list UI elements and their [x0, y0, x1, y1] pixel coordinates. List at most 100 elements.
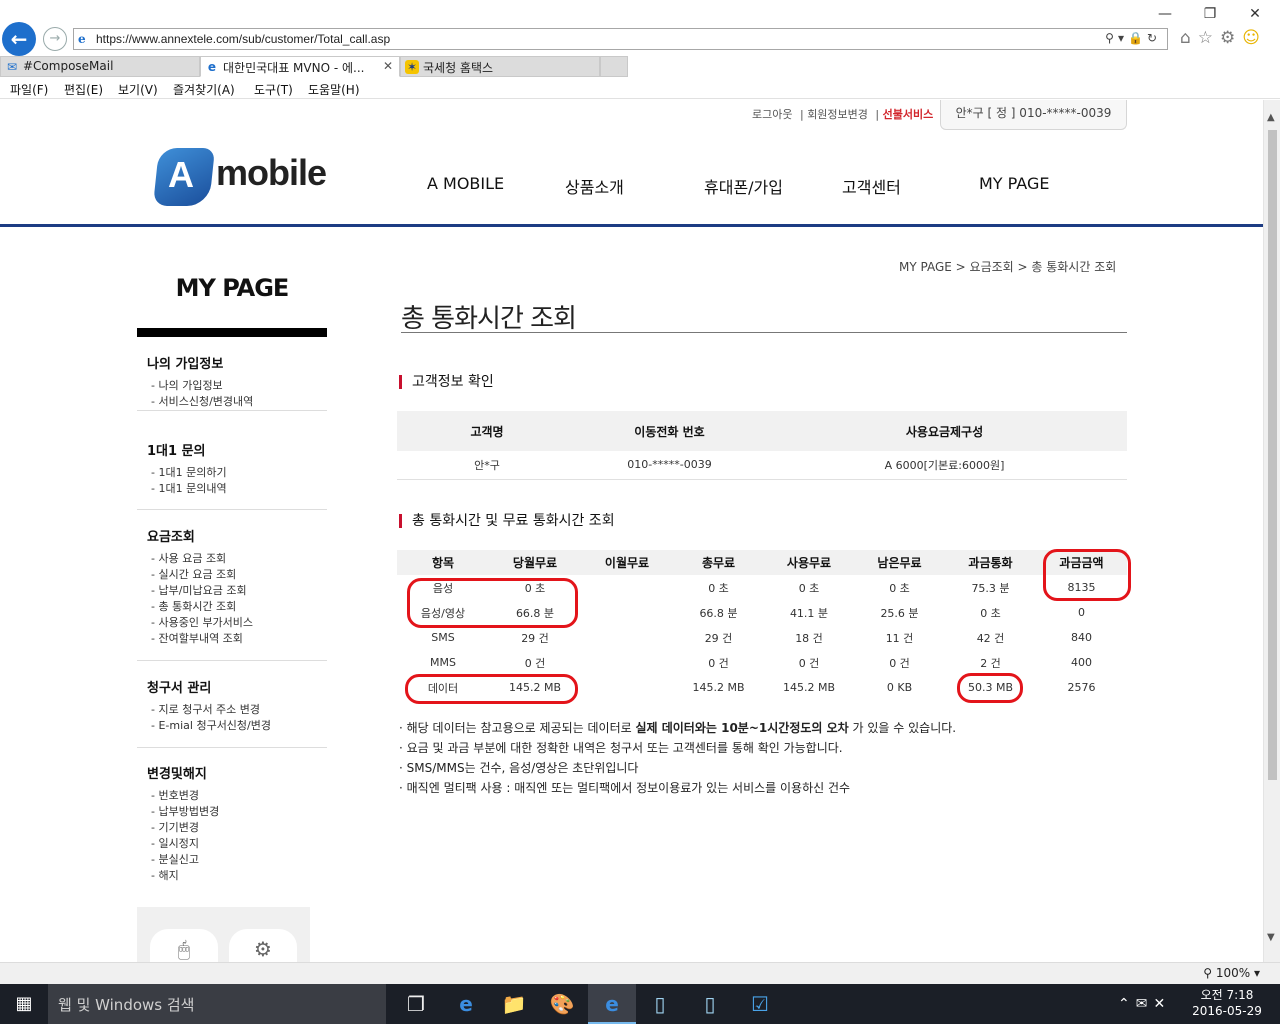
edge-icon[interactable]: e	[442, 984, 490, 1024]
lnb-item[interactable]: - 사용 요금 조회	[147, 551, 327, 567]
tab-hometax[interactable]: ✶ 국세청 홈택스	[400, 56, 600, 77]
app-icon[interactable]: ▯	[686, 984, 734, 1024]
notepad-icon[interactable]: ▯	[636, 984, 684, 1024]
note-text: · SMS/MMS는 건수, 음성/영상은 초단위입니다	[399, 761, 639, 775]
menu-help[interactable]: 도움말(H)	[308, 81, 360, 98]
table-header: 이월무료	[581, 550, 673, 575]
table-cell	[581, 625, 673, 650]
lnb-group-title[interactable]: 1대1 문의	[147, 440, 327, 459]
gnb-products[interactable]: 상품소개	[565, 174, 624, 198]
lock-icon[interactable]: 🔒	[1128, 31, 1147, 45]
menu-edit[interactable]: 편집(E)	[64, 81, 103, 98]
clock[interactable]: 오전 7:18 2016-05-29	[1192, 987, 1262, 1019]
mail-icon: ✉	[6, 60, 18, 74]
lnb-item[interactable]: - 납부/미납요금 조회	[147, 583, 327, 599]
table-header: 항목	[397, 550, 489, 575]
customer-info-table: 고객명 이동전화 번호 사용요금제구성 안*구 010-*****-0039 A…	[397, 411, 1127, 480]
status-bar: ⚲ 100% ▾	[0, 962, 1280, 984]
table-header: 사용요금제구성	[762, 411, 1127, 451]
search-placeholder: 웹 및 Windows 검색	[58, 996, 195, 1014]
restore-button[interactable]: ❐	[1195, 4, 1225, 24]
ie-icon: e	[78, 32, 86, 46]
tool-icon[interactable]: ☑	[736, 984, 784, 1024]
scroll-up-icon[interactable]: ▲	[1267, 112, 1275, 123]
table-row: MMS 0 건 0 건 0 건 0 건 2 건 400	[397, 650, 1127, 675]
table-cell: 29 건	[704, 631, 733, 645]
dropdown-icon[interactable]: ▾	[1118, 31, 1128, 45]
lnb-item[interactable]: - 서비스신청/변경내역	[147, 394, 327, 410]
menu-view[interactable]: 보기(V)	[118, 81, 158, 98]
file-explorer-icon[interactable]: 📁	[490, 984, 538, 1024]
taskbar-search[interactable]: 웹 및 Windows 검색	[48, 984, 386, 1024]
scroll-thumb[interactable]	[1268, 130, 1277, 780]
url-text[interactable]: https://www.annextele.com/sub/customer/T…	[96, 32, 390, 46]
lnb-item[interactable]: - E-mial 청구서신청/변경	[147, 718, 327, 734]
address-tools[interactable]: ⚲▾🔒↻	[1105, 31, 1161, 45]
web-page: 로그아웃 | 회원정보변경 | 선불서비스 안*구 [ 정 ] 010-****…	[0, 100, 1263, 962]
lnb-item[interactable]: - 번호변경	[147, 788, 327, 804]
section-title-call-time: 총 통화시간 및 무료 통화시간 조회	[399, 514, 615, 528]
tab-composemail[interactable]: ✉ #ComposeMail	[0, 56, 200, 77]
message-icon[interactable]: ✉	[1136, 996, 1154, 1012]
lnb-group-title[interactable]: 나의 가입정보	[147, 353, 327, 372]
close-tab-icon[interactable]: ✕	[383, 59, 393, 73]
lnb-item[interactable]: - 총 통화시간 조회	[147, 599, 327, 615]
table-header: 고객명	[397, 411, 577, 451]
lnb-group-title[interactable]: 변경및해지	[147, 763, 327, 782]
notes-list: · 해당 데이터는 참고용으로 제공되는 데이터로 실제 데이터와는 10분~1…	[399, 718, 956, 798]
forward-button[interactable]: →	[43, 27, 67, 51]
gear-icon[interactable]: ⚙	[1220, 28, 1242, 48]
zoom-control[interactable]: ⚲ 100% ▾	[1203, 966, 1260, 980]
highlight-voice-circle	[407, 578, 578, 628]
lnb-item[interactable]: - 납부방법변경	[147, 804, 327, 820]
gnb-amobile[interactable]: A MOBILE	[427, 174, 504, 193]
lnb-item[interactable]: - 실시간 요금 조회	[147, 567, 327, 583]
lnb-item[interactable]: - 지로 청구서 주소 변경	[147, 702, 327, 718]
minimize-button[interactable]: —	[1150, 4, 1180, 24]
favorites-star-icon[interactable]: ☆	[1198, 28, 1220, 48]
home-icon[interactable]: ⌂	[1180, 28, 1198, 48]
task-view-icon[interactable]: ❐	[392, 984, 440, 1024]
lnb-item[interactable]: - 분실신고	[147, 852, 327, 868]
gnb-phone-join[interactable]: 휴대폰/가입	[704, 174, 783, 198]
lnb-item[interactable]: - 잔여할부내역 조회	[147, 631, 327, 647]
back-button[interactable]: ←	[2, 22, 36, 56]
lnb-item[interactable]: - 나의 가입정보	[147, 378, 327, 394]
lnb-title: MY PAGE	[175, 274, 290, 302]
new-tab-button[interactable]	[600, 56, 628, 77]
tab-annextele[interactable]: e 대한민국대표 MVNO - 에... ✕	[200, 56, 400, 77]
lnb-item[interactable]: - 기기변경	[147, 820, 327, 836]
paint-icon[interactable]: 🎨	[538, 984, 586, 1024]
edit-member-link[interactable]: 회원정보변경	[807, 108, 868, 121]
menu-file[interactable]: 파일(F)	[10, 81, 48, 98]
browser-chrome: — ❐ ✕ ← → e https://www.annextele.com/su…	[0, 0, 1280, 100]
gnb-customer-center[interactable]: 고객센터	[842, 174, 901, 198]
site-logo[interactable]: A mobile	[152, 146, 336, 208]
chevron-up-icon[interactable]: ⌃	[1118, 996, 1136, 1012]
lnb-item[interactable]: - 1대1 문의하기	[147, 465, 327, 481]
mouse-icon[interactable]: 🖱	[150, 929, 218, 962]
network-icon[interactable]: ✕	[1153, 996, 1171, 1012]
refresh-icon[interactable]: ↻	[1147, 31, 1161, 45]
usim-icon[interactable]: ⚙	[229, 929, 297, 962]
close-window-button[interactable]: ✕	[1240, 4, 1270, 24]
logout-link[interactable]: 로그아웃	[752, 108, 792, 121]
table-cell: 2 건	[980, 656, 1001, 670]
gnb-mypage[interactable]: MY PAGE	[979, 174, 1049, 193]
lnb-group-title[interactable]: 요금조회	[147, 526, 327, 545]
prepaid-service-link[interactable]: 선불서비스	[883, 108, 934, 121]
lnb-item[interactable]: - 1대1 문의내역	[147, 481, 327, 497]
lnb-item[interactable]: - 일시정지	[147, 836, 327, 852]
lnb-item[interactable]: - 사용중인 부가서비스	[147, 615, 327, 631]
vertical-scrollbar[interactable]: ▲ ▼	[1263, 100, 1280, 962]
search-icon[interactable]: ⚲	[1105, 31, 1118, 45]
start-button[interactable]: ▦	[0, 984, 48, 1024]
lnb-group-title[interactable]: 청구서 관리	[147, 677, 327, 696]
menu-tools[interactable]: 도구(T)	[254, 81, 293, 98]
address-bar[interactable]: e https://www.annextele.com/sub/customer…	[73, 28, 1168, 50]
internet-explorer-icon[interactable]: e	[588, 984, 636, 1024]
menu-favorites[interactable]: 즐겨찾기(A)	[173, 81, 235, 98]
scroll-down-icon[interactable]: ▼	[1267, 932, 1275, 943]
lnb-item[interactable]: - 해지	[147, 868, 327, 884]
smiley-icon[interactable]: ☺	[1242, 28, 1267, 48]
